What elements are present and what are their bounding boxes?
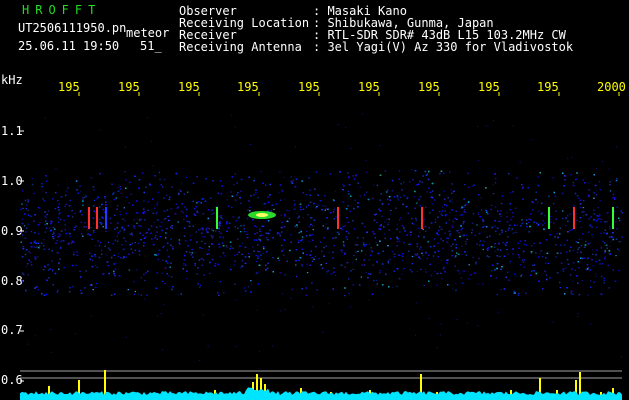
meteor-echo: [105, 207, 107, 229]
meteor-echo: [612, 207, 614, 229]
meteor-echo: [421, 207, 423, 229]
hrofft-display: HROFFT UT2506111950.pn meteor 25.06.11 1…: [0, 0, 629, 400]
spectrogram: [20, 92, 624, 400]
noise-band: [20, 113, 624, 361]
meteor-echo: [88, 207, 90, 229]
meteor-echo: [96, 207, 98, 229]
meteor-echo: [573, 207, 575, 229]
meteor-echo: [216, 207, 218, 229]
meteor-echo: [548, 207, 550, 229]
meteor-echo: [337, 207, 339, 229]
noise-floor-level: [20, 387, 622, 400]
meteor-echo-core: [256, 213, 268, 217]
